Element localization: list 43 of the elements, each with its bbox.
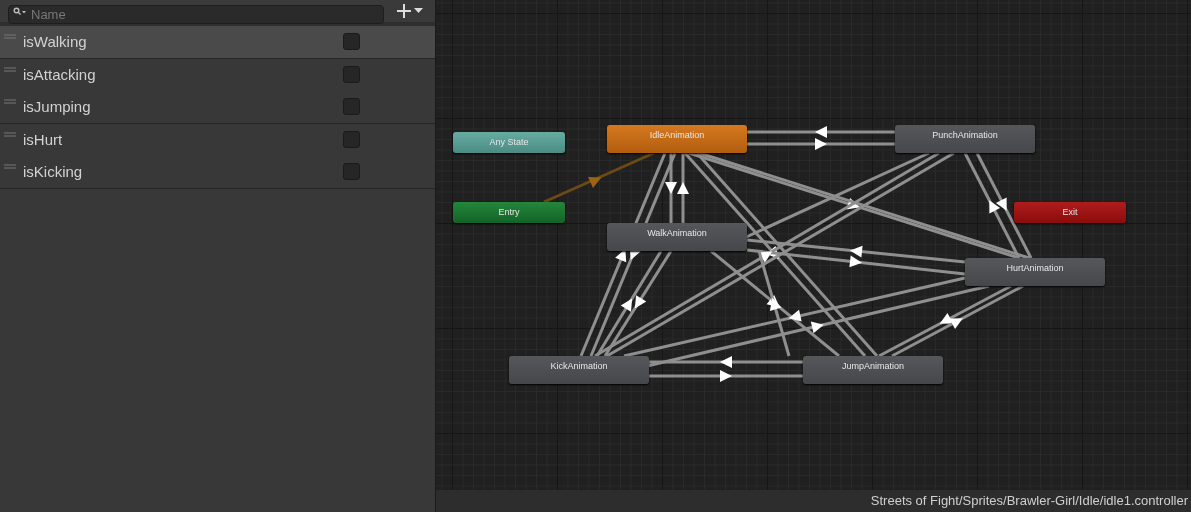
drag-handle-icon[interactable] [4,66,16,73]
search-field[interactable]: Name [8,4,384,24]
transition-arrow[interactable] [603,250,673,357]
transition-arrow[interactable] [746,248,966,276]
parameter-name: isWalking [23,31,88,52]
transition-arrow[interactable] [665,153,677,223]
entry-node[interactable]: Entry [453,202,565,223]
graph-canvas[interactable]: Any State IdleAnimation PunchAnimation Entry Exit WalkAnimation HurtAnimation KickAnimation JumpAnimation [436,0,1191,490]
state-node[interactable]: PunchAnimation [895,125,1035,153]
transition-arrow[interactable] [891,284,1024,358]
transition-arrow[interactable] [747,126,895,138]
parameter-name: isHurt [23,129,64,150]
transition-arrow[interactable] [747,138,895,150]
state-node[interactable]: WalkAnimation [607,223,747,251]
transition-arrow[interactable] [757,250,791,357]
file-path: Streets of Fight/Sprites/Brawler-Girl/Idle/idle1.controller [870,492,1188,511]
checkbox[interactable] [343,163,360,181]
drag-handle-icon[interactable] [4,131,16,138]
state-node[interactable]: JumpAnimation [803,356,943,384]
transition-arrow[interactable] [878,284,1012,358]
search-icon [13,6,26,16]
parameter-name: isKicking [23,161,84,182]
transition-arrow[interactable] [975,152,1033,259]
transition-arrow[interactable] [710,249,840,358]
exit-node[interactable]: Exit [1014,202,1126,223]
parameter-name: isJumping [23,96,92,117]
transition-arrow[interactable] [649,356,803,368]
state-node[interactable]: KickAnimation [509,356,649,384]
checkbox[interactable] [343,98,360,116]
transition-arrow[interactable] [649,370,803,382]
parameter-row[interactable]: isWalking [0,26,435,59]
drag-handle-icon[interactable] [4,99,16,105]
transition-arrow[interactable] [746,238,966,264]
drag-handle-icon[interactable] [4,164,16,170]
transition-arrow[interactable] [677,153,689,223]
checkbox[interactable] [343,66,360,84]
parameter-name: isAttacking [23,64,97,85]
caret-icon [414,8,423,14]
state-node[interactable]: HurtAnimation [965,258,1105,286]
transition-arrow[interactable] [963,152,1021,259]
plus-icon [396,3,412,19]
checkbox[interactable] [343,33,360,51]
checkbox[interactable] [343,131,360,149]
